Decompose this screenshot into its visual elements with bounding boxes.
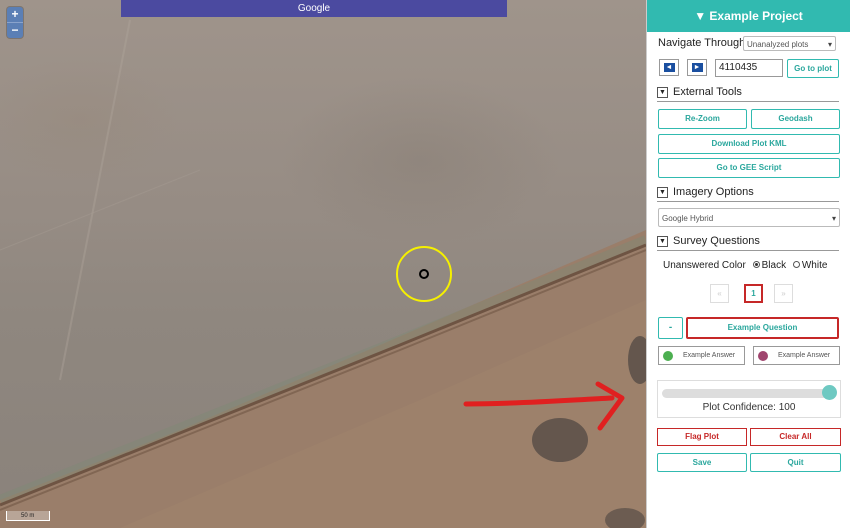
- external-tools-header[interactable]: ▼ External Tools: [657, 84, 742, 100]
- question-collapse-button[interactable]: -: [658, 317, 683, 339]
- save-button[interactable]: Save: [657, 453, 747, 472]
- zoom-in-button[interactable]: +: [7, 7, 23, 22]
- navigate-select[interactable]: Unanalyzed plots ▾: [743, 36, 836, 51]
- confidence-slider-track[interactable]: [662, 389, 832, 398]
- side-panel: ▼ Example Project Navigate Through: Unan…: [646, 0, 850, 528]
- survey-questions-header[interactable]: ▼ Survey Questions: [657, 233, 760, 249]
- navigate-select-value: Unanalyzed plots: [747, 40, 809, 49]
- next-plot-button[interactable]: ►: [687, 59, 707, 76]
- imagery-options-title: Imagery Options: [673, 186, 754, 198]
- clear-all-button[interactable]: Clear All: [750, 428, 841, 446]
- answer-label: Example Answer: [683, 352, 736, 359]
- zoom-out-button[interactable]: −: [7, 22, 23, 38]
- chevron-down-icon: ▾: [827, 40, 832, 49]
- divider: [657, 250, 839, 251]
- unanswered-color-label: Unanswered Color: [663, 260, 746, 271]
- radio-white-label: White: [801, 260, 828, 271]
- divider: [657, 201, 839, 202]
- navigate-label: Navigate Through:: [658, 37, 749, 49]
- go-to-plot-button[interactable]: Go to plot: [787, 59, 839, 78]
- radio-black-label: Black: [761, 260, 787, 271]
- chevron-down-icon: ▾: [831, 214, 836, 223]
- imagery-select-value: Google Hybrid: [662, 214, 714, 223]
- imagery-options-header[interactable]: ▼ Imagery Options: [657, 184, 754, 200]
- divider: [657, 101, 839, 102]
- confidence-slider-thumb[interactable]: [822, 385, 837, 400]
- unanswered-color-row: Unanswered Color Black White: [663, 260, 827, 271]
- go-to-gee-script-button[interactable]: Go to GEE Script: [658, 158, 840, 178]
- plot-confidence-box: Plot Confidence: 100: [657, 380, 841, 418]
- zoom-control: + −: [7, 7, 23, 38]
- answer-button-1[interactable]: Example Answer: [658, 346, 745, 365]
- arrow-right-icon: ►: [691, 63, 703, 72]
- sample-point[interactable]: [419, 269, 429, 279]
- download-plot-kml-button[interactable]: Download Plot KML: [658, 134, 840, 154]
- flag-plot-button[interactable]: Flag Plot: [657, 428, 747, 446]
- rezoom-button[interactable]: Re-Zoom: [658, 109, 747, 129]
- map-view[interactable]: + − Google 50 m: [0, 0, 646, 528]
- plot-confidence-label: Plot Confidence: 100: [702, 402, 796, 413]
- question-prev-button[interactable]: «: [710, 284, 729, 303]
- map-imagery-title: Google: [121, 0, 507, 17]
- answer-button-2[interactable]: Example Answer: [753, 346, 840, 365]
- collapse-icon: ▼: [657, 86, 668, 98]
- prev-plot-button[interactable]: ◄: [659, 59, 679, 76]
- external-tools-title: External Tools: [673, 86, 742, 98]
- project-title[interactable]: ▼ Example Project: [647, 0, 850, 32]
- answer-label: Example Answer: [778, 352, 831, 359]
- geodash-button[interactable]: Geodash: [751, 109, 840, 129]
- answer-color-dot: [663, 351, 673, 361]
- answer-color-dot: [758, 351, 768, 361]
- collapse-icon: ▼: [657, 186, 668, 198]
- question-page-1[interactable]: 1: [744, 284, 763, 303]
- radio-black[interactable]: [752, 261, 760, 269]
- arrow-left-icon: ◄: [663, 63, 675, 72]
- satellite-imagery: [0, 19, 646, 528]
- imagery-select[interactable]: Google Hybrid ▾: [658, 208, 840, 227]
- plot-boundary[interactable]: [396, 246, 452, 302]
- quit-button[interactable]: Quit: [750, 453, 841, 472]
- survey-questions-title: Survey Questions: [673, 235, 760, 247]
- plot-id-input[interactable]: 4110435: [715, 59, 783, 77]
- example-question-button[interactable]: Example Question: [686, 317, 839, 339]
- scale-bar: 50 m: [6, 511, 50, 521]
- radio-white[interactable]: [792, 261, 800, 269]
- question-next-button[interactable]: »: [774, 284, 793, 303]
- collapse-icon: ▼: [657, 235, 668, 247]
